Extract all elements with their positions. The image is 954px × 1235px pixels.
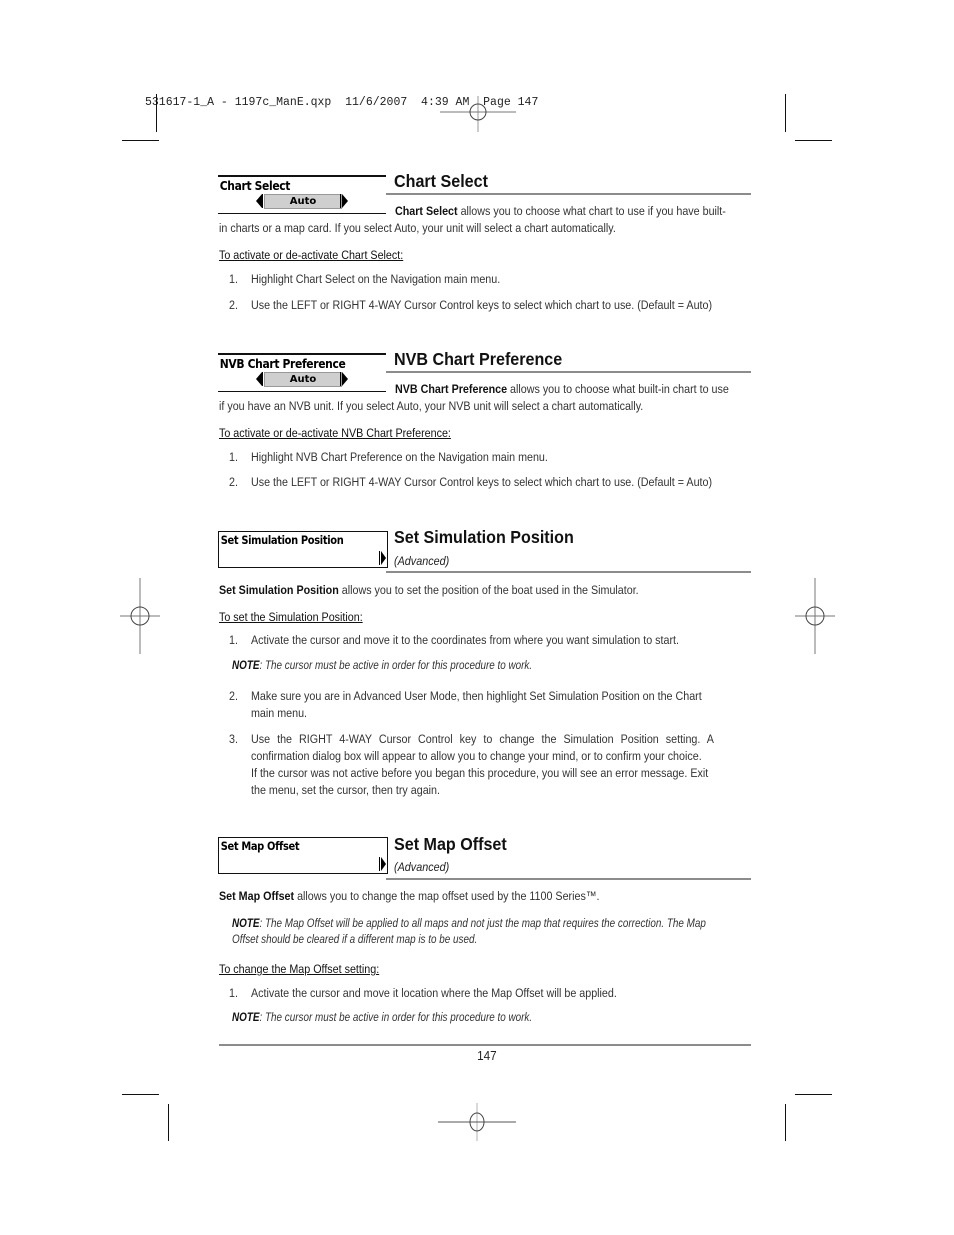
step-item: 1. Activate the cursor and move it to the… [229, 632, 757, 649]
intro-text: allows you to set the position of the bo… [338, 583, 639, 597]
arrow-right-icon [340, 194, 348, 208]
section-intro: Set Map Offset allows you to change the … [219, 888, 600, 905]
crop-mark [168, 1104, 169, 1141]
step-number: 2. [229, 298, 238, 312]
section-title: Set Map Offset [394, 834, 507, 854]
step-item: 2. Use the LEFT or RIGHT 4-WAY Cursor Con… [229, 297, 757, 314]
section-intro: NVB Chart Preference allows you to choos… [395, 381, 729, 398]
section-intro-cont: if you have an NVB unit. If you select A… [219, 399, 644, 413]
step-text: Use the LEFT or RIGHT 4-WAY Cursor Contr… [251, 298, 713, 312]
step-number: 1. [229, 633, 238, 647]
step-item: 1. Highlight NVB Chart Preference on the … [229, 449, 757, 466]
step-text: Use the LEFT or RIGHT 4-WAY Cursor Contr… [251, 475, 713, 489]
procedure-heading: To change the Map Offset setting: [219, 962, 380, 976]
section-title: Chart Select [394, 171, 488, 191]
intro-term: NVB Chart Preference [395, 382, 508, 396]
step-item: 2. Use the LEFT or RIGHT 4-WAY Cursor Con… [229, 474, 757, 491]
value-spinner: Auto [218, 193, 386, 209]
step-number: 1. [229, 272, 238, 286]
step-text: Make sure you are in Advanced User Mode,… [251, 689, 702, 720]
note-text: : The cursor must be active in order for… [259, 660, 533, 672]
intro-term: Chart Select [395, 204, 458, 218]
note: NOTE: The Map Offset will be applied to … [232, 916, 706, 948]
note-label: NOTE [232, 1012, 260, 1024]
step-item: 1. Highlight Chart Select on the Navigati… [229, 271, 757, 288]
crop-mark [785, 1104, 786, 1141]
procedure-heading: To set the Simulation Position: [219, 610, 363, 624]
note-label: NOTE [232, 660, 260, 672]
step-text: Activate the cursor and move it to the c… [251, 633, 680, 647]
intro-term: Set Simulation Position [219, 583, 339, 597]
crop-mark [122, 1094, 159, 1095]
step-number: 1. [229, 450, 238, 464]
step-text: Highlight Chart Select on the Navigation… [251, 272, 501, 286]
set-map-offset-menu-widget: Set Map Offset [218, 837, 388, 874]
registration-mark-icon [120, 578, 160, 654]
chart-select-menu-widget: Chart Select Auto [218, 175, 386, 214]
step-number: 2. [229, 475, 238, 489]
note-text: Offset should be cleared if a different … [232, 934, 478, 946]
procedure-heading: To activate or de-activate NVB Chart Pre… [219, 426, 451, 440]
section-intro: Set Simulation Position allows you to se… [219, 582, 639, 599]
step-number: 1. [229, 986, 238, 1000]
section-rule [386, 878, 751, 880]
note-text: : The Map Offset will be applied to all … [259, 918, 706, 930]
arrow-right-icon [379, 551, 386, 565]
note-text: : The cursor must be active in order for… [259, 1012, 533, 1024]
note: NOTE: The cursor must be active in order… [232, 1010, 532, 1026]
step-item: 1. Activate the cursor and move it locati… [229, 985, 757, 1002]
spinner-value: Auto [264, 194, 342, 209]
menu-label: Set Map Offset [220, 839, 300, 853]
section-rule [386, 571, 751, 573]
menu-label: Chart Select [219, 178, 291, 193]
crop-mark [795, 140, 832, 141]
intro-text: allows you to change the map offset used… [294, 889, 600, 903]
section-intro: Chart Select allows you to choose what c… [395, 203, 726, 220]
advanced-tag: (Advanced) [394, 554, 450, 568]
spinner-value: Auto [264, 372, 342, 387]
registration-mark-icon [795, 578, 835, 654]
section-rule [386, 371, 751, 373]
section-rule [386, 193, 751, 195]
section-intro-cont: in charts or a map card. If you select A… [219, 221, 616, 235]
crop-mark [156, 94, 157, 132]
step-text: Highlight NVB Chart Preference on the Na… [251, 450, 548, 464]
menu-label: Set Simulation Position [220, 533, 344, 547]
crop-mark [795, 1094, 832, 1095]
crop-mark [122, 140, 159, 141]
registration-mark-icon [438, 1103, 516, 1141]
step-item: 2. Make sure you are in Advanced User Mo… [229, 688, 757, 722]
section-title: NVB Chart Preference [394, 349, 563, 369]
advanced-tag: (Advanced) [394, 860, 450, 874]
step-text: Activate the cursor and move it location… [251, 986, 617, 1000]
arrow-right-icon [340, 372, 348, 386]
registration-mark-icon [440, 96, 516, 132]
procedure-heading: To activate or de-activate Chart Select: [219, 248, 404, 262]
note: NOTE: The cursor must be active in order… [232, 658, 532, 674]
note-label: NOTE [232, 918, 260, 930]
intro-term: Set Map Offset [219, 889, 295, 903]
arrow-right-icon [379, 857, 386, 871]
step-text: Use the RIGHT 4-WAY Cursor Control key t… [251, 732, 714, 797]
menu-label: NVB Chart Preference [219, 356, 346, 371]
crop-mark [785, 94, 786, 132]
page-number: 147 [477, 1048, 497, 1063]
intro-text: allows you to choose what chart to use i… [457, 204, 726, 218]
arrow-left-icon [256, 194, 263, 208]
step-number: 3. [229, 732, 238, 746]
arrow-left-icon [256, 372, 263, 386]
nvb-chart-preference-menu-widget: NVB Chart Preference Auto [218, 353, 386, 392]
step-item: 3. Use the RIGHT 4-WAY Cursor Control ke… [229, 731, 757, 799]
value-spinner: Auto [218, 371, 386, 387]
section-title: Set Simulation Position [394, 527, 574, 547]
step-number: 2. [229, 689, 238, 703]
footer-rule [219, 1044, 751, 1046]
set-simulation-position-menu-widget: Set Simulation Position [218, 531, 388, 568]
intro-text: allows you to choose what built-in chart… [507, 382, 729, 396]
